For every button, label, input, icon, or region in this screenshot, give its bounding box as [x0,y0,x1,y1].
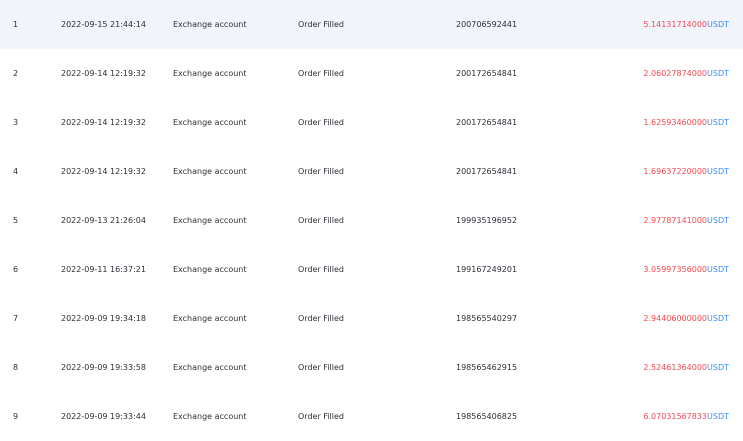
row-amount: 1.69637220000USDT [643,167,729,177]
amount-unit: USDT [707,117,729,127]
row-index: 8 [13,362,19,372]
row-amount: 1.62593460000USDT [643,118,729,128]
row-amount: 2.97787141000USDT [643,216,729,226]
row-account: Exchange account [173,411,247,421]
table-row[interactable]: 5 2022-09-13 21:26:04 Exchange account O… [0,196,743,245]
row-amount: 2.94406000000USDT [643,314,729,324]
row-type: Order Filled [298,19,344,29]
amount-value: 6.07031567833 [643,411,708,421]
amount-unit: USDT [707,215,729,225]
amount-value: 2.94406000000 [643,313,708,323]
row-index: 3 [13,117,19,127]
amount-value: 2.97787141000 [643,215,708,225]
amount-value: 1.62593460000 [643,117,708,127]
row-account: Exchange account [173,68,247,78]
row-time: 2022-09-14 12:19:32 [61,68,146,78]
amount-unit: USDT [707,19,729,29]
row-time: 2022-09-09 19:33:44 [61,411,146,421]
row-order-id: 200172654841 [456,117,518,127]
row-amount: 2.52461364000USDT [643,363,729,373]
row-time: 2022-09-14 12:19:32 [61,117,146,127]
amount-value: 2.06027874000 [643,68,708,78]
row-type: Order Filled [298,68,344,78]
amount-unit: USDT [707,313,729,323]
row-time: 2022-09-11 16:37:21 [61,264,146,274]
row-type: Order Filled [298,411,344,421]
row-amount: 5.14131714000USDT [643,20,729,30]
row-index: 7 [13,313,19,323]
row-order-id: 198565462915 [456,362,518,372]
table-row[interactable]: 6 2022-09-11 16:37:21 Exchange account O… [0,245,743,294]
row-type: Order Filled [298,215,344,225]
amount-unit: USDT [707,411,729,421]
row-account: Exchange account [173,313,247,323]
row-account: Exchange account [173,362,247,372]
row-order-id: 200172654841 [456,166,518,176]
row-order-id: 198565540297 [456,313,518,323]
amount-unit: USDT [707,264,729,274]
row-time: 2022-09-13 21:26:04 [61,215,146,225]
row-account: Exchange account [173,19,247,29]
table-row[interactable]: 4 2022-09-14 12:19:32 Exchange account O… [0,147,743,196]
row-time: 2022-09-15 21:44:14 [61,19,146,29]
amount-unit: USDT [707,68,729,78]
amount-value: 5.14131714000 [643,19,708,29]
row-amount: 2.06027874000USDT [643,69,729,79]
row-index: 9 [13,411,19,421]
amount-value: 2.52461364000 [643,362,708,372]
table-row[interactable]: 8 2022-09-09 19:33:58 Exchange account O… [0,343,743,392]
row-time: 2022-09-14 12:19:32 [61,166,146,176]
transaction-table: 1 2022-09-15 21:44:14 Exchange account O… [0,0,743,425]
table-row[interactable]: 3 2022-09-14 12:19:32 Exchange account O… [0,98,743,147]
row-index: 6 [13,264,19,274]
row-account: Exchange account [173,117,247,127]
row-account: Exchange account [173,166,247,176]
row-index: 4 [13,166,19,176]
amount-value: 1.69637220000 [643,166,708,176]
row-order-id: 199935196952 [456,215,518,225]
row-time: 2022-09-09 19:34:18 [61,313,146,323]
row-type: Order Filled [298,362,344,372]
table-row[interactable]: 9 2022-09-09 19:33:44 Exchange account O… [0,392,743,441]
row-index: 1 [13,19,19,29]
row-account: Exchange account [173,215,247,225]
amount-unit: USDT [707,362,729,372]
row-time: 2022-09-09 19:33:58 [61,362,146,372]
row-amount: 6.07031567833USDT [643,412,729,422]
row-index: 5 [13,215,19,225]
row-type: Order Filled [298,166,344,176]
row-type: Order Filled [298,264,344,274]
row-order-id: 200172654841 [456,68,518,78]
row-order-id: 199167249201 [456,264,518,274]
row-account: Exchange account [173,264,247,274]
row-order-id: 198565406825 [456,411,518,421]
row-order-id: 200706592441 [456,19,518,29]
row-type: Order Filled [298,313,344,323]
table-row[interactable]: 1 2022-09-15 21:44:14 Exchange account O… [0,0,743,49]
row-type: Order Filled [298,117,344,127]
amount-value: 3.05997356000 [643,264,708,274]
row-index: 2 [13,68,19,78]
table-row[interactable]: 7 2022-09-09 19:34:18 Exchange account O… [0,294,743,343]
amount-unit: USDT [707,166,729,176]
row-amount: 3.05997356000USDT [643,265,729,275]
table-row[interactable]: 2 2022-09-14 12:19:32 Exchange account O… [0,49,743,98]
